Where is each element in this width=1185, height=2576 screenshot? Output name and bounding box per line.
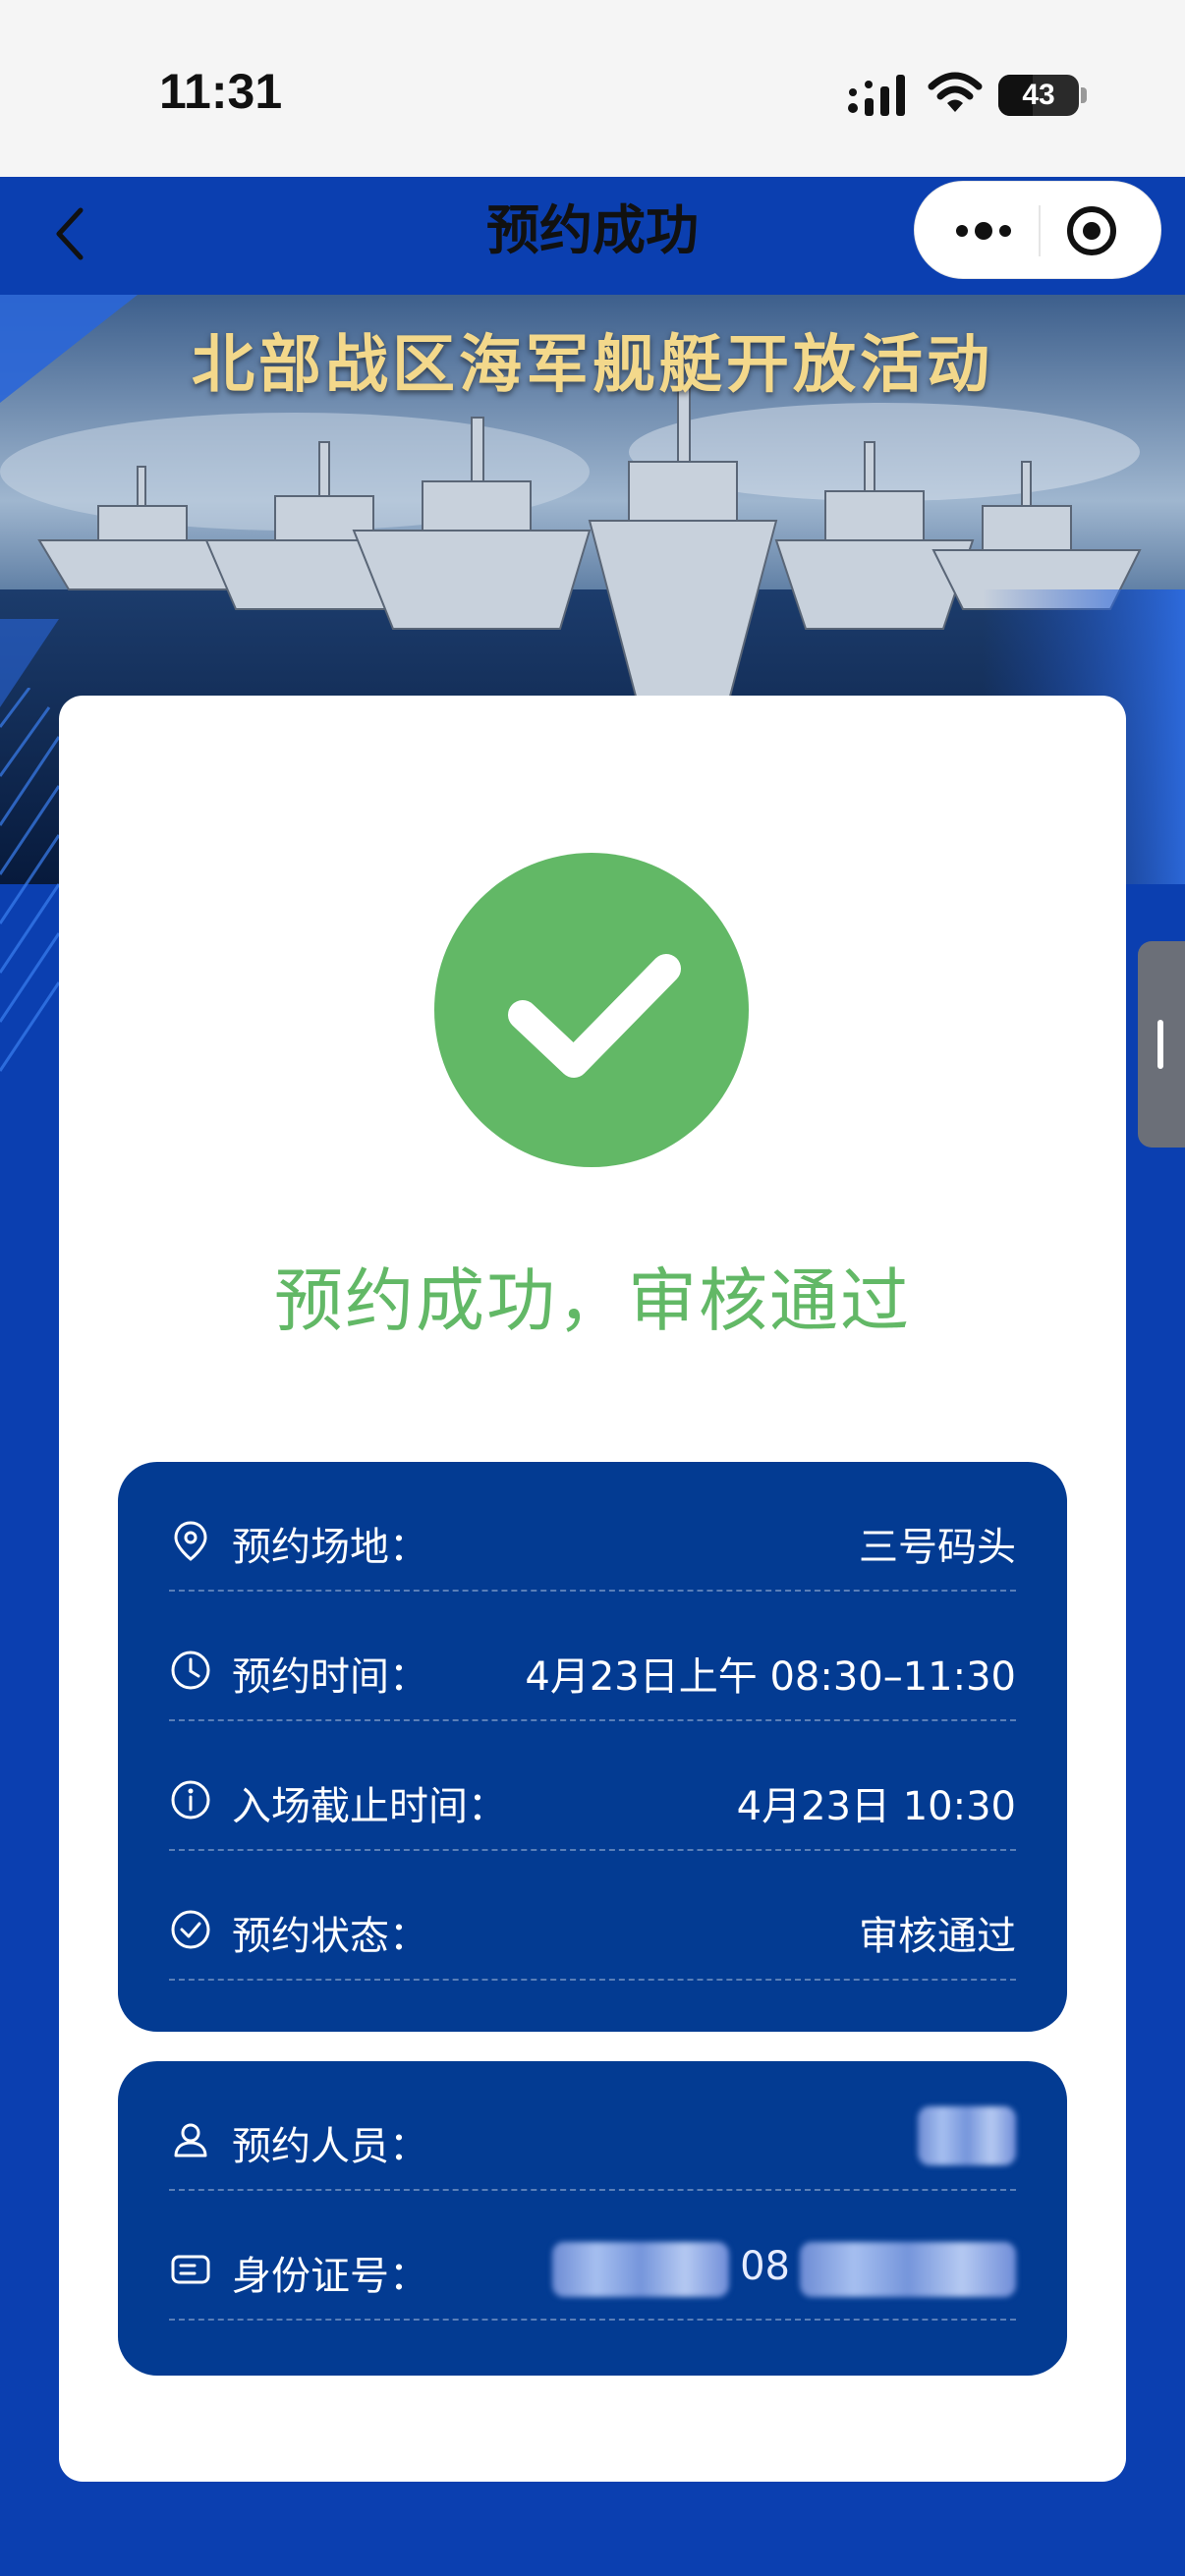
info-icon	[171, 1780, 210, 1820]
detail-label: 预约场地：	[232, 1525, 428, 1570]
id-card-icon	[171, 2255, 210, 2284]
redacted-id-part-1	[552, 2242, 729, 2297]
handle-bar	[1157, 1020, 1163, 1069]
detail-row-deadline: 入场截止时间： 4月23日 10:30	[169, 1721, 1016, 1851]
detail-label: 入场截止时间：	[232, 1784, 507, 1829]
status-time: 11:31	[159, 64, 283, 119]
detail-value: 审核通过	[859, 1914, 1016, 1959]
battery-tip	[1081, 87, 1087, 103]
result-card: 预约成功，审核通过 预约场地： 三号码头 预约时间： 4月23日上午 08:30…	[59, 696, 1126, 2482]
person-row-id: 身份证号： 08	[169, 2191, 1016, 2321]
person-row-name: 预约人员：	[169, 2061, 1016, 2191]
clock-icon	[171, 1651, 210, 1690]
capsule-divider	[1039, 205, 1041, 256]
record-icon[interactable]	[1062, 203, 1121, 258]
check-circle-success-icon	[434, 853, 749, 1167]
decorative-stripes	[0, 688, 59, 1072]
user-icon	[174, 2123, 207, 2157]
detail-value: 4月23日上午 08:30–11:30	[525, 1654, 1016, 1700]
booking-details-panel: 预约场地： 三号码头 预约时间： 4月23日上午 08:30–11:30 入场截…	[118, 1462, 1067, 2032]
detail-label: 预约时间：	[232, 1654, 428, 1700]
signal-icon	[848, 75, 905, 116]
banner-title: 北部战区海军舰艇开放活动	[192, 329, 993, 402]
success-message: 预约成功，审核通过	[274, 1260, 911, 1341]
id-visible-digits: 08	[740, 2244, 790, 2289]
check-circle-icon	[171, 1910, 210, 1949]
detail-value: 4月23日 10:30	[736, 1784, 1016, 1829]
wifi-icon	[928, 72, 983, 112]
mini-program-capsule	[914, 181, 1161, 279]
more-icon[interactable]	[944, 201, 1023, 260]
person-label: 预约人员：	[232, 2124, 428, 2169]
detail-label: 预约状态：	[232, 1914, 428, 1959]
redacted-name	[918, 2106, 1016, 2165]
battery-icon: 43	[998, 75, 1079, 116]
person-label: 身份证号：	[232, 2254, 428, 2299]
side-drawer-handle[interactable]	[1138, 941, 1185, 1148]
redacted-id-part-2	[800, 2242, 1016, 2297]
status-bar: 11:31 43	[0, 0, 1185, 177]
detail-row-venue: 预约场地： 三号码头	[169, 1462, 1016, 1592]
person-panel: 预约人员： 身份证号： 08	[118, 2061, 1067, 2376]
nav-bar: 预约成功	[0, 177, 1185, 295]
location-pin-icon	[174, 1521, 207, 1561]
detail-value: 三号码头	[859, 1525, 1016, 1570]
detail-row-time: 预约时间： 4月23日上午 08:30–11:30	[169, 1592, 1016, 1721]
battery-percent: 43	[1022, 79, 1055, 111]
watermark	[914, 2541, 1169, 2570]
detail-row-status: 预约状态： 审核通过	[169, 1851, 1016, 1981]
